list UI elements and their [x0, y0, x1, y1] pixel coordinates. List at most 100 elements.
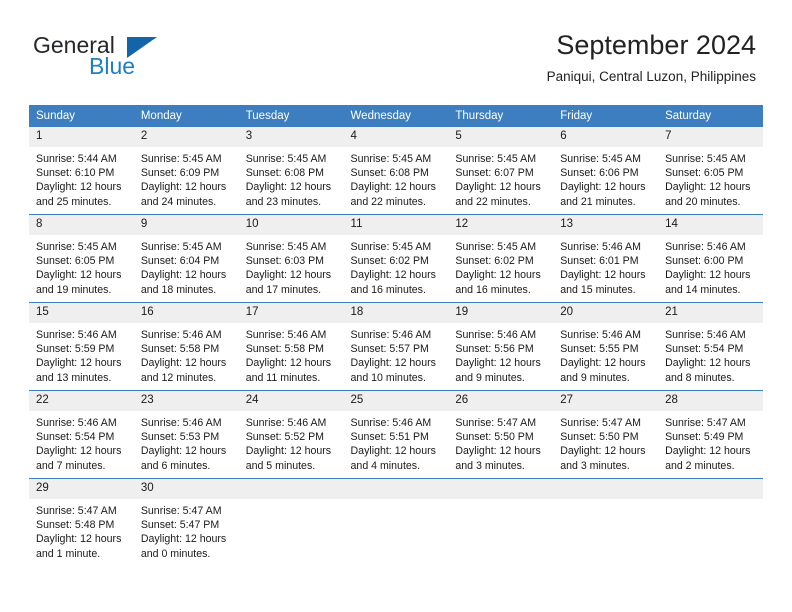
day-number	[343, 479, 449, 499]
title-block: September 2024 Paniqui, Central Luzon, P…	[547, 28, 756, 87]
calendar-day-cell[interactable]: 5 Sunrise: 5:45 AM Sunset: 6:07 PM Daylight…	[448, 126, 554, 215]
daylight-duration-line-2: and 16 minutes.	[350, 283, 426, 296]
calendar-day-cell[interactable]: 9 Sunrise: 5:45 AM Sunset: 6:04 PM Daylight…	[133, 214, 239, 303]
page-title: September 2024	[556, 30, 756, 60]
calendar-day-cell[interactable]: 16 Sunrise: 5:46 AM Sunset: 5:58 PM Dayligh…	[133, 302, 239, 391]
daylight-duration-line-2: and 1 minute.	[36, 547, 101, 560]
sunrise-time: Sunrise: 5:47 AM	[665, 417, 746, 429]
calendar-day-cell[interactable]: 21 Sunrise: 5:46 AM Sunset: 5:54 PM Dayligh…	[658, 302, 763, 391]
day-details: Sunrise: 5:45 AM Sunset: 6:04 PM Daylight:…	[134, 235, 239, 297]
calendar-day-cell[interactable]: 13 Sunrise: 5:46 AM Sunset: 6:01 PM Dayligh…	[553, 214, 659, 303]
sunset-time: Sunset: 5:58 PM	[245, 343, 325, 356]
daylight-duration-line-1: Daylight: 12 hours	[350, 269, 436, 282]
daylight-duration-line-2: and 17 minutes.	[245, 283, 322, 296]
daylight-duration-line-1: Daylight: 12 hours	[140, 269, 227, 282]
day-details: Sunrise: 5:45 AM Sunset: 6:02 PM Daylight:…	[344, 235, 449, 297]
day-details: Sunrise: 5:45 AM Sunset: 6:06 PM Daylight:…	[553, 147, 658, 209]
calendar-day-cell[interactable]: 1 Sunrise: 5:44 AM Sunset: 6:10 PM Daylight…	[29, 126, 134, 215]
calendar-day-cell[interactable]: 23 Sunrise: 5:46 AM Sunset: 5:53 PM Dayligh…	[133, 390, 239, 479]
calendar-day-cell[interactable]: 29 Sunrise: 5:47 AM Sunset: 5:48 PM Dayligh…	[29, 478, 134, 566]
daylight-duration-line-1: Daylight: 12 hours	[350, 357, 436, 370]
day-number: 16	[133, 303, 239, 323]
daylight-duration-line-2: and 9 minutes.	[455, 371, 525, 384]
daylight-duration-line-1: Daylight: 12 hours	[455, 269, 541, 282]
sunrise-time: Sunrise: 5:46 AM	[245, 417, 327, 429]
weekday-header-tuesday: Tuesday	[238, 105, 344, 127]
day-number: 8	[29, 215, 134, 235]
calendar-day-cell[interactable]: 17 Sunrise: 5:46 AM Sunset: 5:58 PM Dayligh…	[238, 302, 344, 391]
sunrise-time: Sunrise: 5:45 AM	[245, 241, 327, 253]
day-details: Sunrise: 5:46 AM Sunset: 5:59 PM Daylight:…	[29, 323, 134, 385]
sunset-time: Sunset: 6:04 PM	[140, 255, 220, 268]
sunset-time: Sunset: 5:57 PM	[350, 343, 429, 356]
calendar-day-cell[interactable]: 15 Sunrise: 5:46 AM Sunset: 5:59 PM Dayligh…	[29, 302, 134, 391]
calendar-day-cell[interactable]: 4 Sunrise: 5:45 AM Sunset: 6:08 PM Daylight…	[343, 126, 449, 215]
calendar-day-cell-empty	[658, 478, 763, 566]
daylight-duration-line-1: Daylight: 12 hours	[665, 181, 751, 194]
calendar-day-cell[interactable]: 20 Sunrise: 5:46 AM Sunset: 5:55 PM Dayligh…	[553, 302, 659, 391]
calendar-day-cell[interactable]: 12 Sunrise: 5:45 AM Sunset: 6:02 PM Dayligh…	[448, 214, 554, 303]
daylight-duration-line-2: and 3 minutes.	[560, 459, 630, 472]
sunrise-time: Sunrise: 5:46 AM	[665, 241, 746, 253]
day-number: 27	[553, 391, 659, 411]
calendar-week-row: 1 Sunrise: 5:44 AM Sunset: 6:10 PM Daylight…	[29, 126, 763, 215]
day-details: Sunrise: 5:47 AM Sunset: 5:49 PM Daylight:…	[658, 411, 763, 473]
calendar-day-cell[interactable]: 6 Sunrise: 5:45 AM Sunset: 6:06 PM Daylight…	[553, 126, 659, 215]
day-number	[238, 479, 344, 499]
day-details: Sunrise: 5:47 AM Sunset: 5:48 PM Daylight:…	[29, 499, 134, 561]
calendar-day-cell[interactable]: 26 Sunrise: 5:47 AM Sunset: 5:50 PM Dayligh…	[448, 390, 554, 479]
day-number: 20	[553, 303, 659, 323]
calendar-day-cell[interactable]: 7 Sunrise: 5:45 AM Sunset: 6:05 PM Daylight…	[658, 126, 763, 215]
calendar-day-cell[interactable]: 24 Sunrise: 5:46 AM Sunset: 5:52 PM Dayligh…	[238, 390, 344, 479]
daylight-duration-line-1: Daylight: 12 hours	[560, 445, 646, 458]
calendar-day-cell[interactable]: 11 Sunrise: 5:45 AM Sunset: 6:02 PM Dayligh…	[343, 214, 449, 303]
daylight-duration-line-2: and 19 minutes.	[36, 283, 112, 296]
sunset-time: Sunset: 6:08 PM	[350, 167, 429, 180]
sunset-time: Sunset: 5:55 PM	[560, 343, 639, 356]
calendar-day-cell[interactable]: 30 Sunrise: 5:47 AM Sunset: 5:47 PM Dayligh…	[133, 478, 239, 566]
daylight-duration-line-1: Daylight: 12 hours	[140, 445, 227, 458]
sunrise-time: Sunrise: 5:46 AM	[560, 241, 641, 253]
sunset-time: Sunset: 5:52 PM	[245, 431, 325, 444]
calendar-day-cell[interactable]: 28 Sunrise: 5:47 AM Sunset: 5:49 PM Dayligh…	[658, 390, 763, 479]
day-number: 9	[133, 215, 239, 235]
calendar-day-cell[interactable]: 27 Sunrise: 5:47 AM Sunset: 5:50 PM Dayligh…	[553, 390, 659, 479]
sunset-time: Sunset: 5:59 PM	[36, 343, 115, 356]
calendar-day-cell[interactable]: 2 Sunrise: 5:45 AM Sunset: 6:09 PM Daylight…	[133, 126, 239, 215]
day-number: 29	[29, 479, 134, 499]
sunrise-time: Sunrise: 5:46 AM	[350, 329, 432, 341]
calendar-day-cell[interactable]: 3 Sunrise: 5:45 AM Sunset: 6:08 PM Daylight…	[238, 126, 344, 215]
sunrise-time: Sunrise: 5:46 AM	[36, 329, 117, 341]
daylight-duration-line-2: and 6 minutes.	[140, 459, 211, 472]
day-number: 19	[448, 303, 554, 323]
calendar-day-cell[interactable]: 19 Sunrise: 5:46 AM Sunset: 5:56 PM Dayligh…	[448, 302, 554, 391]
day-details: Sunrise: 5:47 AM Sunset: 5:47 PM Daylight:…	[134, 499, 239, 561]
daylight-duration-line-1: Daylight: 12 hours	[245, 269, 332, 282]
day-number	[658, 479, 763, 499]
calendar-day-cell[interactable]: 25 Sunrise: 5:46 AM Sunset: 5:51 PM Dayligh…	[343, 390, 449, 479]
sunset-time: Sunset: 6:09 PM	[140, 167, 220, 180]
weekday-header-sunday: Sunday	[29, 105, 134, 127]
calendar-day-cell[interactable]: 18 Sunrise: 5:46 AM Sunset: 5:57 PM Dayligh…	[343, 302, 449, 391]
day-number: 4	[343, 127, 449, 147]
calendar-day-cell[interactable]: 10 Sunrise: 5:45 AM Sunset: 6:03 PM Dayligh…	[238, 214, 344, 303]
sunrise-time: Sunrise: 5:46 AM	[350, 417, 432, 429]
calendar-day-cell[interactable]: 8 Sunrise: 5:45 AM Sunset: 6:05 PM Daylight…	[29, 214, 134, 303]
day-details: Sunrise: 5:45 AM Sunset: 6:03 PM Daylight:…	[239, 235, 344, 297]
weekday-header-row: Sunday Monday Tuesday Wednesday Thursday Frid…	[29, 105, 763, 127]
sunset-time: Sunset: 5:50 PM	[560, 431, 639, 444]
sunset-time: Sunset: 6:08 PM	[245, 167, 325, 180]
sunset-time: Sunset: 5:54 PM	[665, 343, 744, 356]
sunset-time: Sunset: 6:05 PM	[665, 167, 744, 180]
calendar-day-cell[interactable]: 22 Sunrise: 5:46 AM Sunset: 5:54 PM Dayligh…	[29, 390, 134, 479]
daylight-duration-line-1: Daylight: 12 hours	[665, 445, 751, 458]
day-number: 25	[343, 391, 449, 411]
sunset-time: Sunset: 5:58 PM	[140, 343, 220, 356]
daylight-duration-line-2: and 5 minutes.	[245, 459, 316, 472]
daylight-duration-line-1: Daylight: 12 hours	[245, 445, 332, 458]
day-details: Sunrise: 5:46 AM Sunset: 5:54 PM Daylight:…	[29, 411, 134, 473]
calendar-page: General Blue September 2024 Paniqui, Cen…	[0, 0, 792, 612]
sunrise-time: Sunrise: 5:46 AM	[455, 329, 537, 341]
day-number	[448, 479, 554, 499]
calendar-day-cell[interactable]: 14 Sunrise: 5:46 AM Sunset: 6:00 PM Dayligh…	[658, 214, 763, 303]
